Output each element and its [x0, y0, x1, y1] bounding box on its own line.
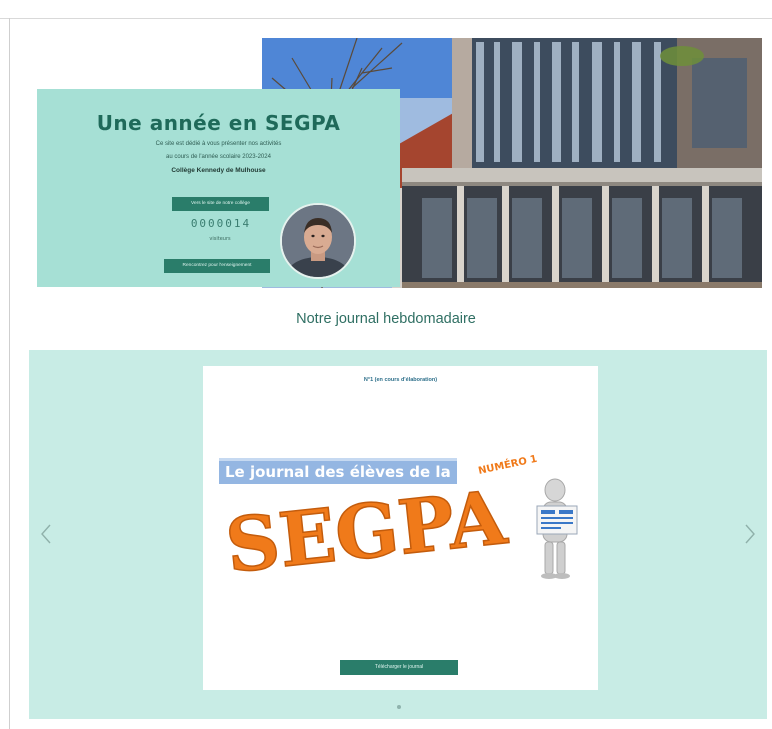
download-journal-button[interactable]: Télécharger le journal	[340, 660, 458, 675]
contact-teaching-button[interactable]: Rencontrez pour l'enseignement	[164, 259, 270, 273]
visitor-counter-label: visiteurs	[209, 236, 231, 242]
hero-description-line-2: au cours de l'année scolaire 2023-2024	[166, 154, 271, 160]
chevron-left-icon	[41, 524, 51, 544]
journal-slide: N°1 (en cours d'élaboration) Le journal …	[203, 366, 598, 690]
visitor-counter: 0000014	[190, 217, 252, 230]
carousel-indicator-dot[interactable]	[397, 705, 401, 709]
hero-school-name: Collège Kennedy de Mulhouse	[171, 167, 266, 174]
journal-carousel: N°1 (en cours d'élaboration) Le journal …	[29, 350, 767, 719]
cover-segpa-word: SEGPA	[222, 475, 512, 586]
chevron-right-icon	[745, 524, 755, 544]
carousel-prev-button[interactable]	[37, 520, 55, 548]
visit-school-site-button[interactable]: Vers le site de notre collège	[172, 197, 269, 211]
slide-caption: N°1 (en cours d'élaboration)	[363, 377, 438, 383]
journal-cover-image: Le journal des élèves de la NUMÉRO 1 SEG…	[217, 452, 589, 591]
carousel-next-button[interactable]	[741, 520, 759, 548]
frame-left-border	[9, 18, 10, 729]
hero-description-line-1: Ce site est dédié à vous présenter nos a…	[155, 141, 282, 147]
hero-title: Une année en SEGPA	[96, 111, 341, 135]
cover-issue-label: NUMÉRO 1	[477, 454, 538, 477]
reading-figure-illustration	[536, 478, 578, 579]
teacher-avatar	[280, 203, 356, 279]
cover-banner-text: Le journal des élèves de la	[225, 463, 451, 481]
frame-top-border	[0, 18, 772, 19]
journal-section-title: Notre journal hebdomadaire	[296, 311, 476, 327]
hero-card: Une année en SEGPA Ce site est dédié à v…	[37, 89, 400, 287]
